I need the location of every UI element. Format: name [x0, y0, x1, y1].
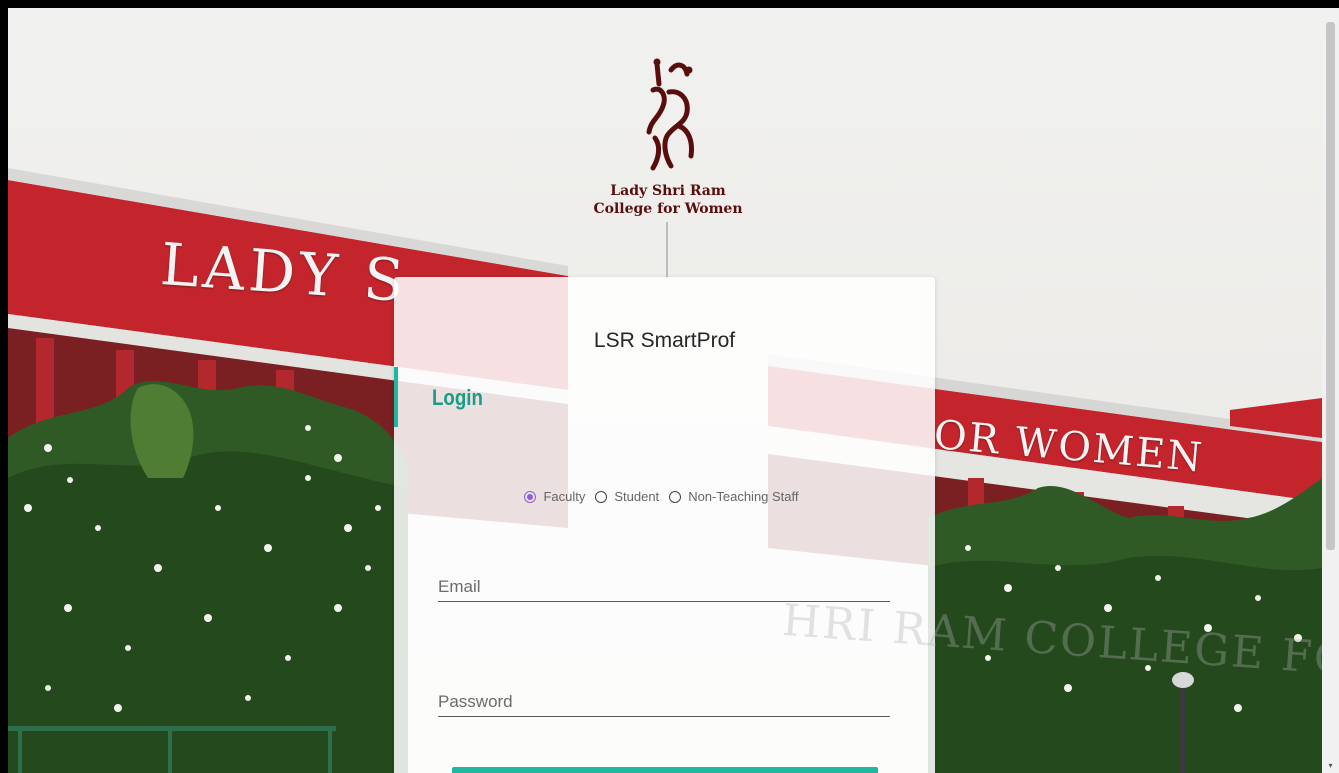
- scroll-down-icon[interactable]: ▾: [1322, 759, 1339, 773]
- page-viewport: LADY S OR WOMEN Lady Shri Ram College fo…: [8, 8, 1322, 773]
- role-radio-non-teaching-staff[interactable]: [669, 490, 682, 503]
- role-label-non-teaching-staff: Non-Teaching Staff: [688, 489, 799, 504]
- lsr-emblem-icon: [646, 58, 694, 171]
- login-heading: Login: [432, 385, 483, 410]
- login-card: HRI RAM COLLEGE FO LSR SmartProf Login F…: [394, 277, 1322, 773]
- role-option-faculty[interactable]: Faculty: [524, 489, 585, 504]
- app-title: LSR SmartProf: [593, 329, 736, 352]
- college-logo: Lady Shri Ram College for Women: [568, 56, 768, 218]
- scrollbar-thumb[interactable]: [1326, 22, 1335, 550]
- role-radio-student[interactable]: [595, 490, 608, 503]
- role-option-student[interactable]: Student: [595, 489, 659, 504]
- email-field-container: [438, 559, 890, 602]
- email-input[interactable]: [438, 577, 890, 597]
- role-selector: Faculty Student Non-Teaching Staff: [394, 489, 935, 504]
- role-option-non-teaching-staff[interactable]: Non-Teaching Staff: [669, 489, 799, 504]
- logo-text-line1: Lady Shri Ram: [610, 183, 726, 199]
- password-input[interactable]: [438, 692, 890, 712]
- logo-text-line2: College for Women: [593, 201, 743, 217]
- login-button[interactable]: [452, 767, 878, 773]
- role-label-faculty: Faculty: [543, 489, 586, 504]
- login-accent-bar: [394, 367, 398, 427]
- page-scrollbar[interactable]: ▾: [1322, 8, 1339, 773]
- password-field-container: [438, 674, 890, 717]
- role-label-student: Student: [614, 489, 660, 504]
- role-radio-faculty[interactable]: [524, 490, 537, 503]
